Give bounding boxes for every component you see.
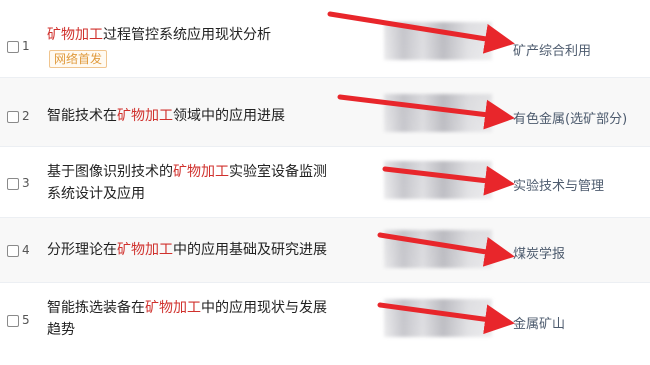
blurred-author-info	[384, 299, 492, 337]
result-title-link[interactable]: 智能技术在矿物加工领域中的应用进展	[47, 105, 347, 127]
result-source-link[interactable]: 实验技术与管理	[513, 175, 604, 194]
result-row: 2 智能技术在矿物加工领域中的应用进展 有色金属(选矿部分)	[0, 78, 650, 147]
row-number: 5	[22, 313, 30, 327]
online-first-badge: 网络首发	[49, 50, 108, 68]
result-row: 4 分形理论在矿物加工中的应用基础及研究进展 煤炭学报	[0, 218, 650, 283]
result-row: 1 矿物加工过程管控系统应用现状分析 网络首发 矿产综合利用	[0, 0, 650, 78]
blurred-author-info	[384, 22, 492, 60]
blurred-author-info	[384, 94, 492, 132]
result-row: 5 智能拣选装备在矿物加工中的应用现状与发展趋势 金属矿山	[0, 283, 650, 365]
row-checkbox[interactable]	[7, 178, 19, 190]
result-source-link[interactable]: 金属矿山	[513, 313, 565, 332]
result-title-link[interactable]: 智能拣选装备在矿物加工中的应用现状与发展趋势	[47, 297, 337, 341]
result-source-link[interactable]: 煤炭学报	[513, 243, 565, 262]
row-checkbox[interactable]	[7, 111, 19, 123]
result-source-link[interactable]: 有色金属(选矿部分)	[513, 108, 627, 127]
blurred-author-info	[384, 230, 492, 268]
row-checkbox[interactable]	[7, 245, 19, 257]
row-number: 3	[22, 176, 30, 190]
row-checkbox[interactable]	[7, 315, 19, 327]
result-source-link[interactable]: 矿产综合利用	[513, 40, 591, 59]
result-row: 3 基于图像识别技术的矿物加工实验室设备监测系统设计及应用 实验技术与管理	[0, 147, 650, 218]
row-number: 2	[22, 109, 30, 123]
result-title-link[interactable]: 基于图像识别技术的矿物加工实验室设备监测系统设计及应用	[47, 161, 337, 205]
result-title-link[interactable]: 矿物加工过程管控系统应用现状分析	[47, 24, 347, 46]
row-number: 4	[22, 243, 30, 257]
blurred-author-info	[384, 161, 492, 199]
row-number: 1	[22, 39, 30, 53]
row-checkbox[interactable]	[7, 41, 19, 53]
result-title-link[interactable]: 分形理论在矿物加工中的应用基础及研究进展	[47, 239, 347, 261]
